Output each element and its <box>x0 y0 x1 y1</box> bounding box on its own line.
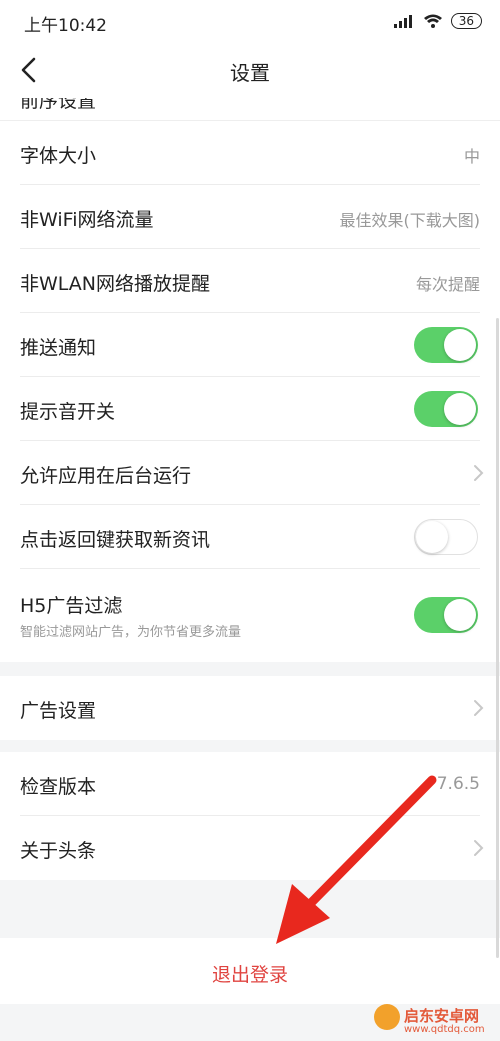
ad-settings-row[interactable]: 广告设置 <box>0 676 500 740</box>
ad-settings-label: 广告设置 <box>20 700 97 722</box>
toggle-knob <box>444 393 476 425</box>
watermark-title: 启东安卓网 <box>404 1007 480 1025</box>
non-wifi-label: 非WiFi网络流量 <box>20 209 154 231</box>
toggle-knob <box>444 329 476 361</box>
about-label: 关于头条 <box>20 840 97 862</box>
sound-switch-row: 提示音开关 <box>0 377 500 441</box>
watermark: 启东安卓网 www.qdtdq.com <box>374 1002 500 1041</box>
sound-label: 提示音开关 <box>20 401 116 423</box>
check-version-row[interactable]: 检查版本 7.6.5 <box>0 752 500 816</box>
signal-icon <box>393 15 412 28</box>
non-wlan-reminder-row[interactable]: 非WLAN网络播放提醒 每次提醒 <box>0 249 500 313</box>
push-toggle[interactable] <box>414 327 478 363</box>
h5-filter-label: H5广告过滤 <box>20 595 123 617</box>
section-gap <box>0 740 500 752</box>
non-wifi-value: 最佳效果(下载大图) <box>339 211 481 230</box>
toggle-knob <box>416 521 448 553</box>
status-bar: 上午10:42 36 <box>0 0 500 42</box>
toggle-knob <box>444 599 476 631</box>
background-run-row[interactable]: 允许应用在后台运行 <box>0 441 500 505</box>
section-gap <box>0 662 500 676</box>
push-notification-row: 推送通知 <box>0 313 500 377</box>
page-title: 设置 <box>230 61 270 85</box>
h5-ad-filter-row: H5广告过滤 智能过滤网站广告，为你节省更多流量 <box>0 569 500 662</box>
battery-indicator: 36 <box>450 13 482 29</box>
font-size-row[interactable]: 字体大小 中 <box>0 121 500 185</box>
status-time: 上午10:42 <box>24 16 107 36</box>
h5-filter-toggle[interactable] <box>414 597 478 633</box>
chevron-right-icon <box>474 840 484 856</box>
partially-visible-row[interactable]: 前序设置 <box>0 98 500 121</box>
version-value: 7.6.5 <box>436 774 480 794</box>
logout-row[interactable]: 退出登录 <box>0 938 500 1004</box>
font-size-value: 中 <box>463 147 480 166</box>
non-wlan-value: 每次提醒 <box>415 275 480 294</box>
partial-row-label: 前序设置 <box>20 98 97 112</box>
push-label: 推送通知 <box>20 337 97 359</box>
logout-button[interactable]: 退出登录 <box>0 960 500 987</box>
watermark-url: www.qdtdq.com <box>404 1024 485 1035</box>
font-size-label: 字体大小 <box>20 145 97 167</box>
back-refresh-row: 点击返回键获取新资讯 <box>0 505 500 569</box>
scrollbar[interactable] <box>496 318 499 958</box>
back-refresh-label: 点击返回键获取新资讯 <box>20 529 211 551</box>
background-run-label: 允许应用在后台运行 <box>20 465 192 487</box>
sound-toggle[interactable] <box>414 391 478 427</box>
watermark-logo-icon <box>374 1004 400 1030</box>
chevron-right-icon <box>474 465 484 481</box>
status-icons: 36 <box>393 10 482 32</box>
nav-bar: 设置 <box>0 42 500 98</box>
chevron-right-icon <box>474 700 484 716</box>
about-row[interactable]: 关于头条 <box>0 816 500 880</box>
wifi-icon <box>423 14 442 28</box>
check-version-label: 检查版本 <box>20 776 97 798</box>
non-wlan-label: 非WLAN网络播放提醒 <box>20 273 211 295</box>
back-refresh-toggle[interactable] <box>414 519 478 555</box>
h5-filter-sublabel: 智能过滤网站广告，为你节省更多流量 <box>20 625 242 640</box>
non-wifi-traffic-row[interactable]: 非WiFi网络流量 最佳效果(下载大图) <box>0 185 500 249</box>
